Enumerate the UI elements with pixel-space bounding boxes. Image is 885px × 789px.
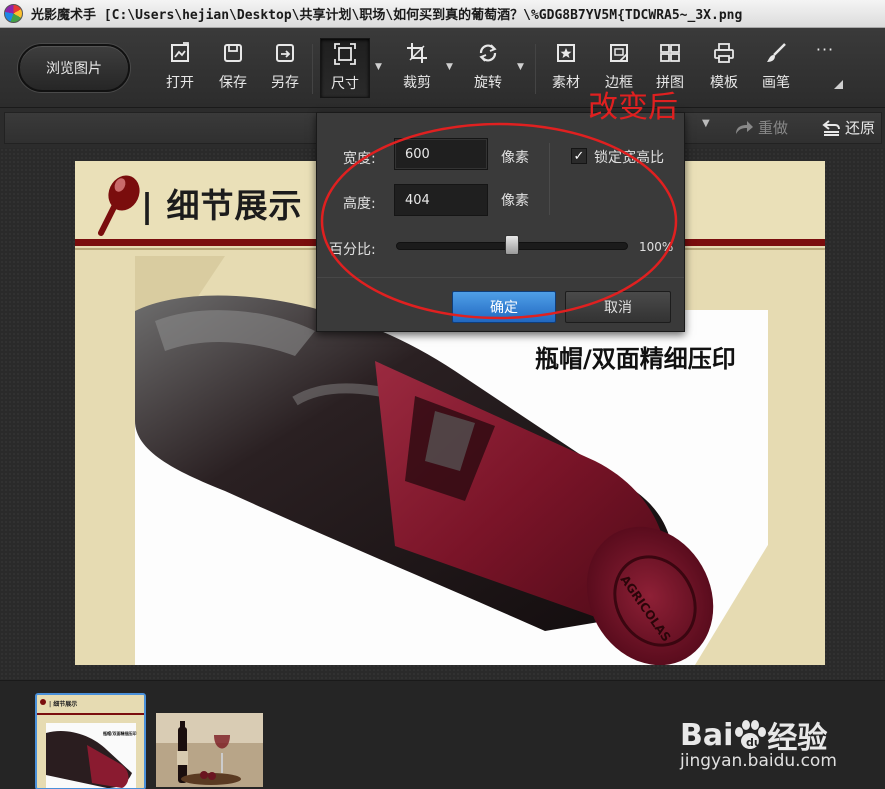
more-icon: ··· bbox=[815, 40, 835, 59]
main-toolbar: 浏览图片 打开 保存 另存 尺寸 ▼ 裁剪 ▼ 旋转 ▼ 素材 边框 拼图 模板… bbox=[0, 28, 885, 108]
thumbnail-current[interactable]: | 细节展示 瓶帽/双面精细压印 bbox=[35, 693, 146, 789]
save-button[interactable]: 保存 bbox=[208, 38, 258, 98]
rotate-label: 旋转 bbox=[474, 75, 502, 91]
size-button[interactable]: 尺寸 bbox=[320, 38, 370, 98]
app-logo-icon bbox=[4, 4, 23, 23]
material-button[interactable]: 素材 bbox=[541, 38, 591, 98]
rotate-icon bbox=[475, 40, 501, 66]
open-image-icon bbox=[167, 40, 193, 66]
rotate-button[interactable]: 旋转 bbox=[463, 38, 513, 98]
save-as-button[interactable]: 另存 bbox=[260, 38, 310, 98]
template-label: 模板 bbox=[710, 75, 738, 91]
baidu-brand-text: Bai bbox=[680, 717, 734, 753]
browse-images-button[interactable]: 浏览图片 bbox=[18, 44, 130, 92]
watermark-url: jingyan.baidu.com bbox=[680, 751, 837, 771]
crop-button[interactable]: 裁剪 bbox=[392, 38, 442, 98]
undo-dropdown-icon[interactable]: ▼ bbox=[702, 118, 710, 129]
material-label: 素材 bbox=[552, 75, 580, 91]
redo-arrow-icon bbox=[736, 120, 753, 134]
window-title: 光影魔术手 [C:\Users\hejian\Desktop\共享计划\职场\如… bbox=[31, 8, 743, 23]
size-label: 尺寸 bbox=[331, 76, 359, 92]
save-as-icon bbox=[272, 40, 298, 66]
size-dropdown-icon[interactable]: ▼ bbox=[375, 62, 385, 72]
thumbnail-2[interactable] bbox=[156, 713, 263, 787]
thumbnail-strip: | 细节展示 瓶帽/双面精细压印 Bai du 经验 jingyan.baidu… bbox=[0, 680, 885, 789]
annotation-ellipse bbox=[320, 122, 678, 320]
crop-label: 裁剪 bbox=[403, 75, 431, 91]
app-window: 光影魔术手 [C:\Users\hejian\Desktop\共享计划\职场\如… bbox=[0, 0, 885, 789]
thumb-caption-text: 瓶帽/双面精细压印 bbox=[103, 730, 136, 736]
thumbnail-current-image: | 细节展示 瓶帽/双面精细压印 bbox=[37, 695, 144, 788]
sticker-icon bbox=[553, 40, 579, 66]
baidu-jingyan-watermark: Bai du 经验 jingyan.baidu.com bbox=[676, 713, 876, 783]
restore-label: 还原 bbox=[845, 119, 876, 137]
template-button[interactable]: 模板 bbox=[699, 38, 749, 98]
brush-icon bbox=[763, 40, 789, 66]
redo-button[interactable]: 重做 bbox=[734, 117, 788, 138]
photo-caption: 瓶帽/双面精细压印 bbox=[535, 345, 736, 373]
rotate-dropdown-icon[interactable]: ▼ bbox=[517, 62, 527, 72]
thumb-header-text: | 细节展示 bbox=[49, 700, 77, 708]
save-as-label: 另存 bbox=[271, 75, 299, 91]
toolbar-divider bbox=[535, 44, 536, 94]
redo-label: 重做 bbox=[758, 119, 789, 137]
toolbar-divider bbox=[312, 44, 313, 94]
brush-button[interactable]: 画笔 bbox=[751, 38, 801, 98]
expand-corner-icon[interactable] bbox=[834, 80, 843, 89]
more-button[interactable]: ··· bbox=[800, 38, 850, 98]
open-button[interactable]: 打开 bbox=[155, 38, 205, 98]
collage-icon bbox=[657, 40, 683, 66]
paw-icon: du bbox=[735, 720, 767, 749]
frame-icon bbox=[606, 40, 632, 66]
resize-icon bbox=[332, 41, 358, 67]
restore-icon bbox=[822, 119, 840, 136]
crop-icon bbox=[404, 40, 430, 66]
save-icon bbox=[220, 40, 246, 66]
save-label: 保存 bbox=[219, 75, 247, 91]
annotation-text: 改变后 bbox=[588, 90, 678, 125]
print-template-icon bbox=[711, 40, 737, 66]
restore-button[interactable]: 还原 bbox=[821, 117, 875, 138]
crop-dropdown-icon[interactable]: ▼ bbox=[446, 62, 456, 72]
title-bar: 光影魔术手 [C:\Users\hejian\Desktop\共享计划\职场\如… bbox=[0, 0, 885, 28]
thumbnail-2-image bbox=[156, 713, 263, 787]
brush-label: 画笔 bbox=[762, 75, 790, 91]
open-label: 打开 bbox=[166, 75, 194, 91]
svg-text:du: du bbox=[746, 736, 762, 749]
